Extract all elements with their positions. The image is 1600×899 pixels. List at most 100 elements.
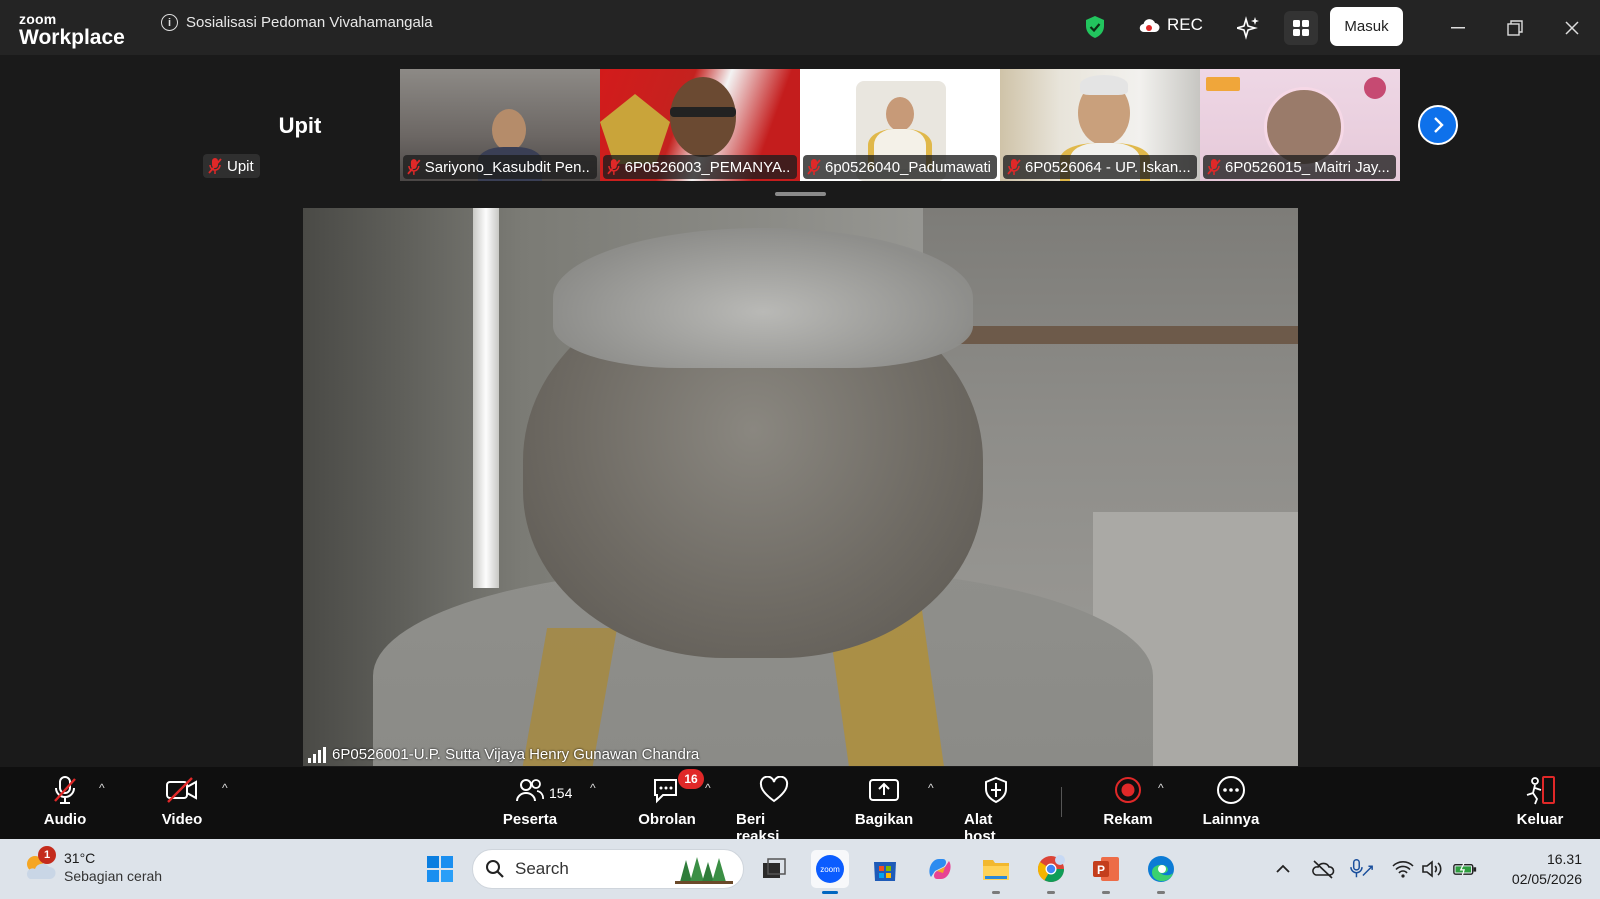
partly-sunny-icon: 1: [22, 846, 58, 882]
participant-name: 6P0526064 - UP. Iskan...: [1025, 158, 1191, 176]
chat-options-chevron-up-icon[interactable]: ^: [705, 781, 711, 795]
video-off-icon: [166, 777, 197, 803]
speaker-tag-label: Upit: [227, 157, 254, 175]
mic-muted-icon: [407, 159, 421, 175]
search-placeholder: Search: [515, 859, 569, 878]
search-icon: [486, 860, 504, 878]
battery-charging-icon[interactable]: [1453, 857, 1477, 881]
participant-thumbnail[interactable]: Sariyono_Kasubdit Pen...: [400, 69, 600, 181]
more-button[interactable]: Lainnya: [1203, 775, 1259, 828]
taskbar-clock[interactable]: 16.31 02/05/2026: [1490, 849, 1582, 889]
strip-resize-handle[interactable]: [775, 192, 826, 196]
zoom-app-icon[interactable]: zoom: [811, 850, 849, 894]
participant-thumbnail[interactable]: 6p0526040_Padumawati: [800, 69, 1000, 181]
volume-icon[interactable]: [1421, 857, 1445, 881]
weather-condition: Sebagian cerah: [64, 868, 163, 884]
microphone-in-use-icon[interactable]: [1350, 857, 1374, 881]
toolbar-divider: [1061, 787, 1062, 817]
weather-temperature: 31°C: [64, 850, 96, 866]
participant-thumbnail[interactable]: 6P0526003_PEMANYA...: [600, 69, 800, 181]
weather-alert-badge: 1: [38, 846, 56, 864]
next-page-button[interactable]: [1418, 105, 1458, 145]
record-options-chevron-up-icon[interactable]: ^: [1158, 781, 1164, 795]
minimize-icon[interactable]: [1443, 13, 1473, 43]
main-video-name-tag: 6P0526001-U.P. Sutta Vijaya Henry Gunawa…: [308, 746, 699, 763]
task-view-icon[interactable]: [755, 850, 793, 888]
show-hidden-icons-chevron-up-icon[interactable]: [1271, 857, 1295, 881]
speaker-name-heading: Upit: [278, 113, 322, 138]
video-button[interactable]: Video: [159, 775, 205, 828]
apps-grid-icon[interactable]: [1284, 11, 1318, 45]
logo-brand: zoom: [19, 11, 57, 27]
record-button[interactable]: Rekam: [1103, 775, 1153, 828]
video-label: Video: [161, 811, 203, 828]
participant-name: 6P0526015_ Maitri Jay...: [1225, 158, 1390, 176]
svg-text:zoom: zoom: [820, 865, 840, 874]
participants-icon: [516, 779, 544, 802]
taskbar-search-input[interactable]: Search: [472, 849, 744, 889]
emblem-logo: [1364, 77, 1386, 99]
meeting-info[interactable]: i Sosialisasi Pedoman Vivahamangala: [161, 14, 433, 31]
host-tools-button[interactable]: Alat host: [964, 775, 1028, 845]
participant-face: [886, 97, 914, 131]
microsoft-store-icon[interactable]: [866, 850, 904, 888]
reactions-button[interactable]: Beri reaksi: [736, 775, 812, 845]
edge-icon[interactable]: [1142, 850, 1180, 894]
active-speaker-tile[interactable]: Upit Upit: [200, 69, 400, 181]
participant-name-tag: 6P0526015_ Maitri Jay...: [1203, 155, 1396, 179]
cloud-recording-indicator[interactable]: REC: [1138, 15, 1203, 35]
chrome-icon[interactable]: [1032, 850, 1070, 894]
main-participant-name: 6P0526001-U.P. Sutta Vijaya Henry Gunawa…: [332, 746, 700, 763]
ai-companion-icon[interactable]: [1232, 11, 1266, 45]
participant-name-tag: Sariyono_Kasubdit Pen...: [403, 155, 597, 179]
onedrive-offline-icon[interactable]: [1311, 857, 1335, 881]
participant-face: [670, 77, 736, 157]
info-icon[interactable]: i: [161, 14, 178, 31]
mic-muted-icon: [1007, 159, 1021, 175]
mic-muted-icon: [54, 776, 76, 804]
clock-time: 16.31: [1546, 851, 1582, 867]
encryption-shield-icon[interactable]: [1084, 15, 1106, 44]
host-shield-icon: [985, 776, 1007, 804]
audio-options-chevron-up-icon[interactable]: ^: [99, 781, 105, 795]
participant-name: Sariyono_Kasubdit Pen...: [424, 158, 591, 176]
rec-label: REC: [1167, 15, 1203, 34]
windows-start-icon[interactable]: [421, 850, 459, 888]
participant-strip: Sariyono_Kasubdit Pen... 6P0526003_PEMAN…: [400, 69, 1400, 181]
weather-widget[interactable]: 1 31°C Sebagian cerah: [22, 846, 163, 885]
participants-button[interactable]: Peserta: [502, 775, 558, 828]
chat-button[interactable]: 16 Obrolan: [638, 769, 704, 828]
audio-button[interactable]: Audio: [44, 775, 86, 828]
record-label: Rekam: [1103, 811, 1153, 828]
wifi-icon[interactable]: [1391, 857, 1415, 881]
leave-icon: [1526, 776, 1555, 805]
share-button[interactable]: Bagikan: [855, 775, 913, 828]
leave-label: Keluar: [1516, 811, 1564, 828]
powerpoint-icon[interactable]: P: [1087, 850, 1125, 894]
participant-thumbnail[interactable]: 6P0526015_ Maitri Jay...: [1200, 69, 1400, 181]
mic-muted-icon: [807, 159, 821, 175]
glasses: [670, 107, 736, 117]
participants-options-chevron-up-icon[interactable]: ^: [590, 781, 596, 795]
leave-button[interactable]: Keluar: [1517, 775, 1563, 828]
mic-muted-icon: [1207, 159, 1221, 175]
meeting-stage: Upit Upit Sariyono_Kasubdit Pen... 6P052…: [0, 55, 1600, 767]
participant-thumbnail[interactable]: 6P0526064 - UP. Iskan...: [1000, 69, 1200, 181]
sign-in-button[interactable]: Masuk: [1330, 7, 1403, 46]
chevron-right-icon: [1434, 117, 1444, 133]
meeting-toolbar: Audio ^ Video ^ Peserta 154 ^ 16 Obrolan…: [0, 767, 1600, 845]
video-options-chevron-up-icon[interactable]: ^: [222, 781, 228, 795]
chat-label: Obrolan: [638, 811, 696, 828]
file-explorer-icon[interactable]: [977, 850, 1015, 894]
main-video-tile[interactable]: 6P0526001-U.P. Sutta Vijaya Henry Gunawa…: [303, 208, 1298, 766]
participant-name-tag: 6P0526064 - UP. Iskan...: [1003, 155, 1197, 179]
audio-label: Audio: [43, 811, 87, 828]
windows-taskbar: 1 31°C Sebagian cerah Search zoom P 16.3…: [0, 839, 1600, 899]
share-options-chevron-up-icon[interactable]: ^: [928, 781, 934, 795]
record-icon: [1115, 777, 1141, 803]
restore-icon[interactable]: [1500, 13, 1530, 43]
svg-text:P: P: [1097, 863, 1105, 877]
close-icon[interactable]: [1557, 13, 1587, 43]
speaker-name-tag: Upit: [203, 154, 260, 178]
copilot-icon[interactable]: [921, 850, 959, 888]
